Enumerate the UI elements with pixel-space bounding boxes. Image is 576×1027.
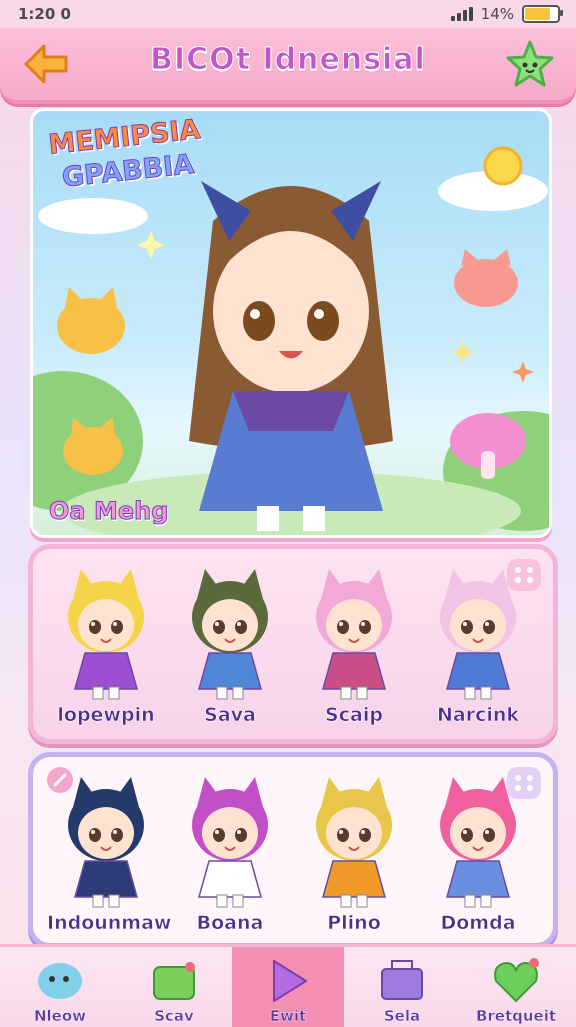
character-name: Plino: [327, 912, 381, 935]
character-name: Narcink: [436, 704, 520, 727]
character-card-row2-2[interactable]: Boana: [171, 769, 289, 944]
character-avatar: [316, 569, 392, 700]
nav-item-ewit[interactable]: Ewit: [232, 947, 344, 1027]
character-avatar: [440, 569, 516, 700]
nav-label: Scav: [154, 1007, 194, 1025]
character-avatar: [192, 569, 268, 700]
character-avatar: [68, 777, 144, 908]
character-card-row2-4[interactable]: Domda: [419, 769, 537, 944]
battery-icon: [522, 5, 563, 23]
character-avatar: [316, 777, 392, 908]
character-card-row2-3[interactable]: Plino: [295, 769, 413, 944]
character-name: Boana: [196, 912, 264, 935]
nav-item-scav[interactable]: Scav: [118, 947, 230, 1027]
signal-icon: [450, 7, 473, 21]
nav-item-sela[interactable]: Sela: [346, 947, 458, 1027]
battery-percent: 14%: [480, 5, 514, 23]
status-time: 1:20 0: [18, 5, 71, 23]
character-card-row2-1[interactable]: Indounmaw: [47, 769, 172, 944]
character-card-row1-2[interactable]: Sava: [171, 561, 289, 736]
box-icon: [381, 960, 423, 1000]
nav-label: Bretqueit: [475, 1007, 557, 1025]
character-name: Indounmaw: [47, 912, 172, 935]
status-indicators: 14%: [450, 5, 563, 23]
nav-item-bretqueit[interactable]: Bretqueit: [460, 947, 572, 1027]
back-button[interactable]: [20, 40, 72, 88]
bottom-nav: Nleow Scav Ewit Sela Bretqueit: [0, 944, 576, 1027]
sun-icon: [483, 146, 523, 186]
nav-item-nleow[interactable]: Nleow: [4, 947, 116, 1027]
header: BICOt Idnensial: [0, 28, 576, 104]
folder-icon: [153, 962, 195, 1000]
character-name: Domda: [440, 912, 516, 935]
character-avatar: [440, 777, 516, 908]
page-title: BICOt Idnensial: [150, 42, 426, 78]
arrow-left-icon: [24, 44, 68, 84]
play-icon: [273, 960, 307, 1002]
battery-fill: [525, 8, 551, 20]
character-row-1: lopewpin Sava Scaip Narcink: [28, 544, 558, 744]
character-card-row1-1[interactable]: lopewpin: [47, 561, 165, 736]
featured-character-banner[interactable]: MEMIPSIA GPABBIA Oa Mehg: [30, 108, 552, 538]
hero-caption: Oa Mehg: [48, 497, 169, 526]
status-bar: 1:20 0 14%: [0, 0, 576, 28]
nav-label: Sela: [383, 1007, 421, 1025]
favorite-button[interactable]: [504, 38, 556, 90]
character-card-row1-4[interactable]: Narcink: [419, 561, 537, 736]
character-name: Sava: [204, 704, 256, 727]
nav-label: Ewit: [269, 1007, 307, 1025]
character-card-row1-3[interactable]: Scaip: [295, 561, 413, 736]
character-name: Scaip: [325, 704, 383, 727]
star-icon: [506, 40, 554, 87]
blob-icon: [38, 963, 82, 999]
nav-label: Nleow: [33, 1007, 87, 1025]
character-avatar: [192, 777, 268, 908]
character-name: lopewpin: [57, 704, 155, 727]
character-row-2: Indounmaw Boana Plino Domda: [28, 752, 558, 948]
heart-icon: [494, 958, 539, 1003]
character-avatar: [68, 569, 144, 700]
